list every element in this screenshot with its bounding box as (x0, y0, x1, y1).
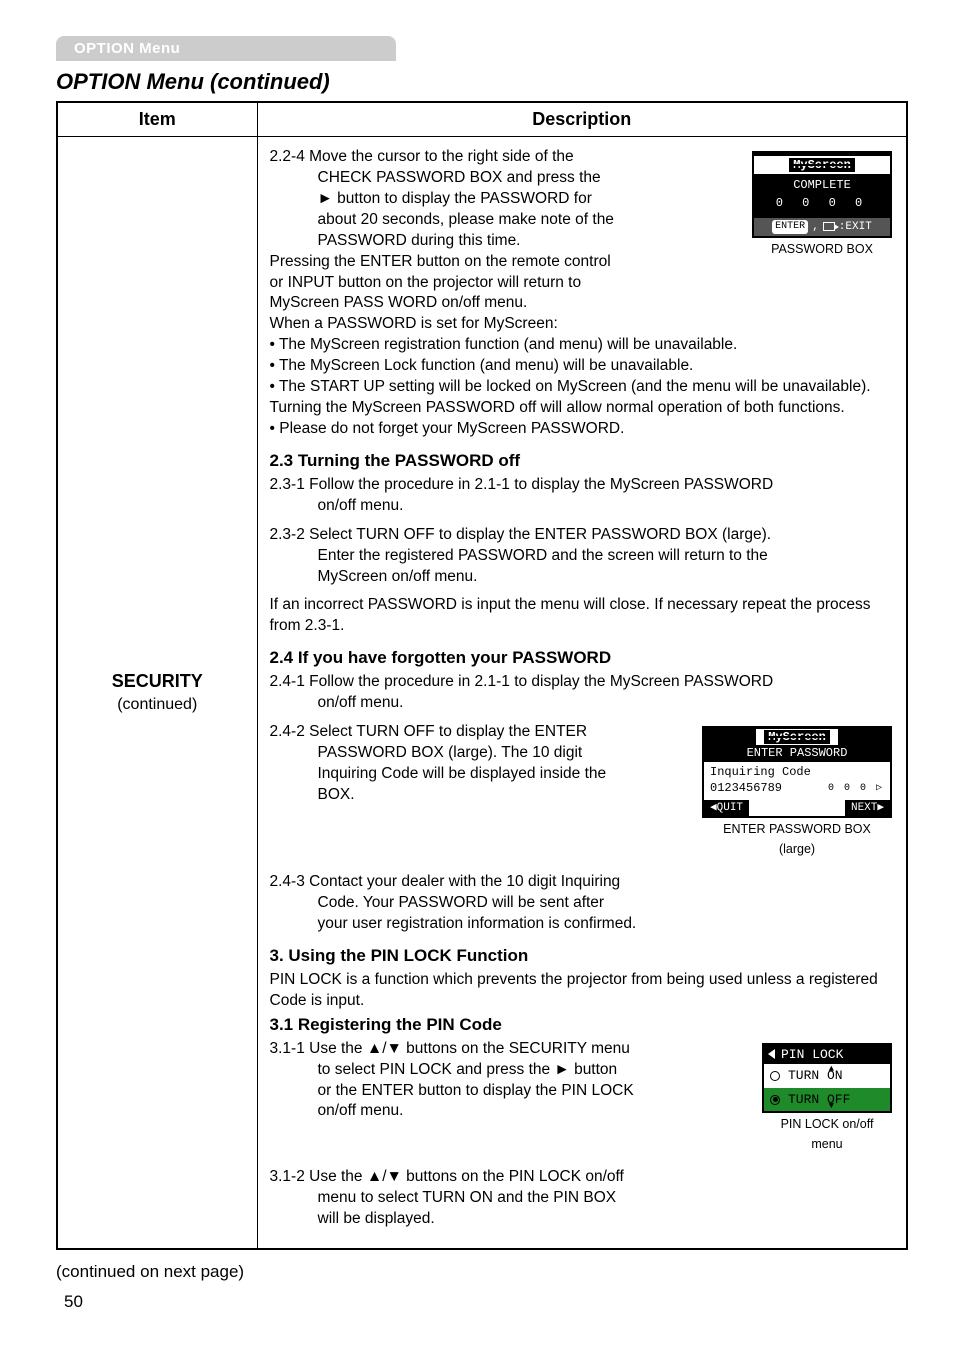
text: 2.3-1 Follow the procedure in 2.1-1 to d… (270, 476, 774, 493)
inq-quit: ◀QUIT (704, 800, 749, 817)
up-arrow-icon: ▲ (829, 1063, 834, 1075)
text: Turning the MyScreen PASSWORD off will a… (270, 399, 845, 416)
text: PASSWORD during this time. (318, 232, 521, 249)
inq-label: Inquiring Code (710, 765, 884, 781)
down-arrow-icon: ▼ (829, 1100, 834, 1112)
text: Inquiring Code will be displayed inside … (318, 765, 607, 782)
inq-cursor: 0 0 0 ▷ (828, 782, 884, 795)
inq-code: 0123456789 (710, 781, 782, 797)
text-3-intro: PIN LOCK is a function which prevents th… (270, 970, 895, 1012)
radio-unfilled-icon (770, 1071, 780, 1081)
inq-next: NEXT▶ (845, 800, 890, 817)
text: MyScreen on/off menu. (318, 568, 478, 585)
pwbox-enter-label: ENTER (772, 220, 808, 234)
step-2-4-3: 2.4-3 Contact your dealer with the 10 di… (270, 872, 895, 935)
pin-caption-2: menu (762, 1136, 892, 1153)
item-cell: SECURITY (continued) (57, 137, 257, 1249)
bullet: Please do not forget your MyScreen PASSW… (270, 419, 895, 440)
heading-2-4: 2.4 If you have forgotten your PASSWORD (270, 647, 895, 670)
pin-turn-on: TURN ON (788, 1067, 843, 1085)
section-title: OPTION Menu (continued) (56, 69, 908, 95)
page-number: 50 (64, 1292, 908, 1312)
text: 2.4-1 Follow the procedure in 2.1-1 to d… (270, 673, 774, 690)
radio-filled-icon (770, 1095, 780, 1105)
bullet: The MyScreen registration function (and … (270, 335, 895, 356)
text: or the ENTER button to display the PIN L… (318, 1082, 634, 1099)
continued-note: (continued on next page) (56, 1262, 908, 1282)
pin-turn-off: TURN OFF (788, 1091, 850, 1109)
text: about 20 seconds, please make note of th… (318, 211, 614, 228)
pin-caption-1: PIN LOCK on/off (762, 1116, 892, 1133)
col-desc-header: Description (257, 102, 907, 137)
enter-password-box-osd: MyScreen ENTER PASSWORD Inquiring Code 0… (702, 726, 892, 858)
text: 3.1-1 Use the ▲/▼ buttons on the SECURIT… (270, 1040, 630, 1057)
text: PASSWORD BOX (large). The 10 digit (318, 744, 583, 761)
text: on/off menu. (318, 1102, 404, 1119)
text: Code. Your PASSWORD will be sent after (318, 894, 605, 911)
pin-lock-osd: PIN LOCK TURN ON ▲ TURN OFF ▼ (762, 1043, 892, 1153)
pwbox-digits: 0 0 0 0 (754, 193, 890, 217)
option-table: Item Description SECURITY (continued) My… (56, 101, 908, 1250)
pwbox-caption: PASSWORD BOX (752, 241, 892, 258)
step-3-1-2: 3.1-2 Use the ▲/▼ buttons on the PIN LOC… (270, 1167, 895, 1230)
text: 2.3-2 Select TURN OFF to display the ENT… (270, 526, 772, 543)
description-cell: MyScreen COMPLETE 0 0 0 0 ENTER , :EXIT … (257, 137, 907, 1249)
bullet: The MyScreen Lock function (and menu) wi… (270, 356, 895, 377)
col-item-header: Item (57, 102, 257, 137)
item-sub: (continued) (70, 694, 245, 716)
pin-title: PIN LOCK (781, 1046, 843, 1064)
text: will be displayed. (318, 1210, 435, 1227)
text: to select PIN LOCK and press the ► butto… (318, 1061, 618, 1078)
text: 2.4-2 Select TURN OFF to display the ENT… (270, 723, 588, 740)
inq-caption-1: ENTER PASSWORD BOX (702, 821, 892, 838)
text: your user registration information is co… (318, 915, 637, 932)
text: CHECK PASSWORD BOX and press the (318, 169, 601, 186)
password-box-osd: MyScreen COMPLETE 0 0 0 0 ENTER , :EXIT … (752, 151, 892, 258)
item-name: SECURITY (70, 669, 245, 693)
text: 3.1-2 Use the ▲/▼ buttons on the PIN LOC… (270, 1168, 624, 1185)
inq-subtitle: ENTER PASSWORD (747, 745, 848, 761)
step-2-3-1: 2.3-1 Follow the procedure in 2.1-1 to d… (270, 475, 895, 517)
inq-title: MyScreen (764, 730, 830, 744)
heading-3-1: 3.1 Registering the PIN Code (270, 1014, 895, 1037)
text: ► button to display the PASSWORD for (318, 190, 592, 207)
pwbox-title: MyScreen (789, 158, 855, 172)
step-2-3-note: If an incorrect PASSWORD is input the me… (270, 595, 895, 637)
step-2-3-2: 2.3-2 Select TURN OFF to display the ENT… (270, 525, 895, 588)
text: on/off menu. (318, 497, 404, 514)
text: or INPUT button on the projector will re… (270, 274, 582, 291)
left-triangle-icon (768, 1049, 775, 1059)
text: 2.2-4 Move the cursor to the right side … (270, 148, 574, 165)
inq-caption-2: (large) (702, 841, 892, 858)
text: Enter the registered PASSWORD and the sc… (318, 547, 768, 564)
heading-2-3: 2.3 Turning the PASSWORD off (270, 450, 895, 473)
step-2-4-1: 2.4-1 Follow the procedure in 2.1-1 to d… (270, 672, 895, 714)
exit-icon (823, 222, 835, 231)
text: MyScreen PASS WORD on/off menu. (270, 294, 528, 311)
menu-tab: OPTION Menu (56, 36, 396, 61)
text: When a PASSWORD is set for MyScreen: (270, 315, 558, 332)
text: Pressing the ENTER button on the remote … (270, 253, 611, 270)
bullet: The START UP setting will be locked on M… (270, 377, 895, 398)
pwbox-exit-label: :EXIT (839, 220, 872, 235)
text: on/off menu. (318, 694, 404, 711)
pwbox-status: COMPLETE (754, 174, 890, 193)
text: BOX. (318, 786, 355, 803)
text: 2.4-3 Contact your dealer with the 10 di… (270, 873, 621, 890)
heading-3: 3. Using the PIN LOCK Function (270, 945, 895, 968)
text: menu to select TURN ON and the PIN BOX (318, 1189, 617, 1206)
